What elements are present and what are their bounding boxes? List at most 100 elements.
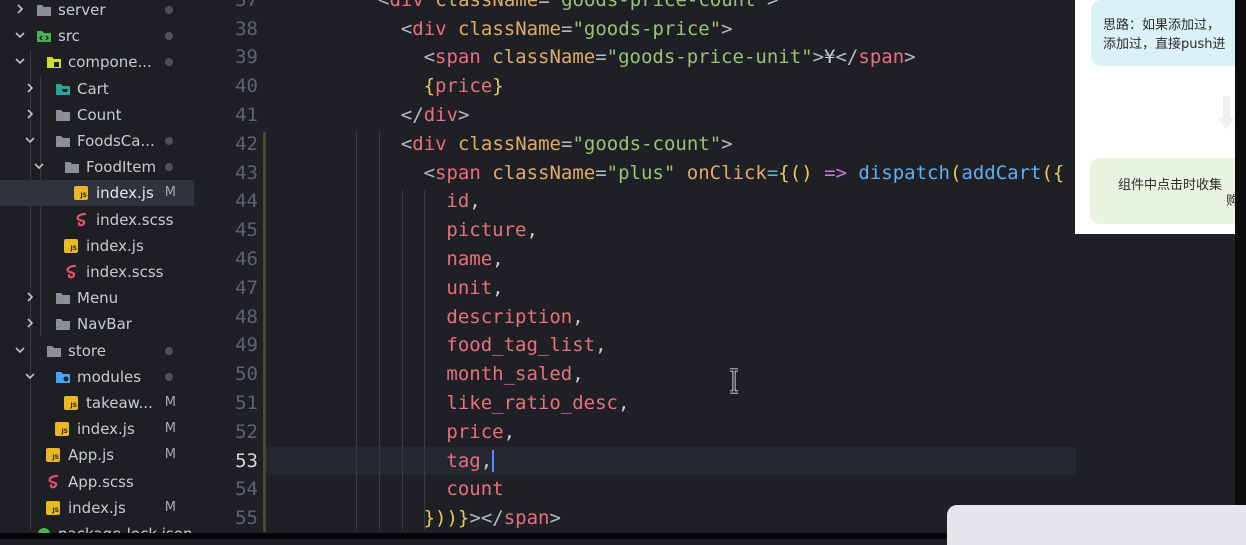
- note-bubble-collect: 组件中点击时收集 购: [1090, 158, 1235, 224]
- explorer-item[interactable]: NavBar: [0, 311, 194, 337]
- code-token: "plus": [606, 161, 676, 184]
- code-line[interactable]: month_saled,: [266, 360, 1076, 389]
- explorer-item-label: compone...: [68, 53, 152, 72]
- explorer-item[interactable]: compone...: [0, 49, 194, 75]
- folder-icon: [55, 81, 71, 97]
- js-file-icon: JS: [64, 238, 78, 253]
- code-line[interactable]: like_ratio_desc,: [266, 389, 1076, 418]
- code-line[interactable]: {price}: [266, 72, 1076, 101]
- code-line[interactable]: name,: [266, 245, 1076, 274]
- line-number: 40: [235, 75, 258, 98]
- code-line[interactable]: count: [266, 475, 1076, 504]
- code-token: (): [789, 161, 825, 184]
- explorer-item[interactable]: index.scss: [0, 259, 194, 285]
- line-number: 42: [235, 132, 258, 155]
- code-line[interactable]: unit,: [266, 274, 1076, 303]
- code-token: like_ratio_desc: [446, 392, 618, 414]
- chevron-right-icon[interactable]: [14, 2, 26, 16]
- code-token: className: [435, 0, 538, 11]
- line-number: 49: [235, 334, 258, 357]
- sass-file-icon: [64, 264, 80, 280]
- code-line[interactable]: <div className="goods-price-count">: [266, 0, 1076, 15]
- explorer-item[interactable]: server: [0, 0, 194, 23]
- explorer-item[interactable]: JS App.js M: [0, 442, 194, 468]
- down-arrow-icon: [1218, 96, 1234, 130]
- js-file-icon: JS: [64, 396, 78, 410]
- chevron-down-icon[interactable]: [14, 28, 26, 42]
- explorer-item[interactable]: JS index.js: [0, 233, 194, 259]
- code-token: span: [503, 507, 550, 530]
- explorer-item[interactable]: index.scss: [0, 207, 194, 233]
- folder-icon: [64, 159, 80, 175]
- code-token: >: [721, 17, 733, 40]
- code-token: {: [423, 75, 436, 98]
- indentation: [266, 15, 401, 44]
- explorer-item[interactable]: Cart: [0, 76, 194, 102]
- code-line[interactable]: price,: [266, 418, 1076, 447]
- js-file-icon: JS: [74, 186, 88, 201]
- chevron-right-icon[interactable]: [24, 316, 36, 330]
- folder-icon: [46, 54, 62, 70]
- explorer-item[interactable]: store: [0, 338, 194, 364]
- code-token: "goods-price-count": [550, 0, 767, 11]
- code-token: span: [435, 46, 481, 69]
- line-number: 54: [235, 478, 258, 501]
- explorer-item[interactable]: FoodsCa...: [0, 128, 194, 154]
- chevron-down-icon[interactable]: [24, 133, 36, 147]
- code-line[interactable]: food_tag_list,: [266, 331, 1076, 360]
- explorer-item[interactable]: src: [0, 23, 194, 49]
- code-line[interactable]: tag,: [266, 446, 1076, 476]
- code-token: "goods-count": [572, 132, 722, 155]
- line-number: 48: [235, 305, 258, 328]
- code-token: =: [766, 161, 779, 184]
- code-line[interactable]: description,: [266, 303, 1076, 332]
- explorer-item[interactable]: Count: [0, 102, 194, 128]
- chevron-right-icon[interactable]: [24, 107, 36, 121]
- chevron-down-icon[interactable]: [24, 369, 36, 383]
- code-line[interactable]: <div className="goods-price">: [266, 15, 1076, 44]
- code-token: ,: [595, 334, 607, 357]
- note-text: 添加过，直接push进: [1103, 37, 1226, 52]
- explorer-item-label: App.scss: [68, 472, 134, 491]
- code-line[interactable]: picture,: [266, 216, 1076, 245]
- code-token: tag: [446, 449, 481, 472]
- code-token: {: [778, 161, 790, 184]
- explorer-item[interactable]: modules: [0, 364, 194, 390]
- explorer-item-label: index.scss: [96, 210, 174, 229]
- chevron-right-icon[interactable]: [24, 290, 36, 304]
- chevron-down-icon[interactable]: [33, 159, 45, 173]
- indentation: [266, 130, 401, 159]
- code-line[interactable]: <div className="goods-count">: [266, 130, 1076, 159]
- explorer-item[interactable]: JS index.js M: [0, 180, 194, 207]
- code-line[interactable]: <span className="goods-price-unit">¥</sp…: [266, 43, 1076, 72]
- code-line[interactable]: </div>: [266, 101, 1076, 130]
- explorer-item-label: Count: [77, 105, 122, 124]
- code-token: ,: [503, 420, 516, 443]
- js-file-icon: JS: [46, 500, 60, 515]
- code-editor[interactable]: <div className="goods-price-count"><div …: [266, 0, 1076, 539]
- code-token: >: [721, 132, 733, 155]
- code-token: unit: [446, 276, 493, 299]
- code-line[interactable]: id,: [266, 187, 1076, 216]
- explorer-item[interactable]: App.scss: [0, 469, 194, 495]
- explorer-item[interactable]: JS index.js M: [0, 416, 194, 442]
- explorer-item-label: takeaw...: [86, 394, 153, 412]
- code-token: =: [595, 161, 607, 184]
- explorer-item-label: FoodItem: [86, 158, 157, 177]
- overlay-window[interactable]: [947, 505, 1246, 545]
- explorer-item[interactable]: JS takeaw... M: [0, 390, 194, 416]
- chevron-right-icon[interactable]: [24, 81, 36, 95]
- code-token: className: [492, 161, 596, 184]
- chevron-down-icon[interactable]: [14, 343, 26, 357]
- modified-dot: [165, 346, 173, 355]
- explorer-item[interactable]: JS index.js M: [0, 495, 194, 521]
- chevron-down-icon[interactable]: [14, 54, 26, 68]
- explorer-item-label: index.js: [96, 184, 154, 203]
- file-explorer: server src compone... Cart Count FoodsCa... Fo…: [0, 0, 194, 539]
- code-line[interactable]: <span className="plus" onClick={() => di…: [266, 159, 1076, 188]
- explorer-item[interactable]: FoodItem: [0, 154, 194, 180]
- explorer-item[interactable]: Menu: [0, 285, 194, 311]
- code-token: ,: [572, 305, 584, 328]
